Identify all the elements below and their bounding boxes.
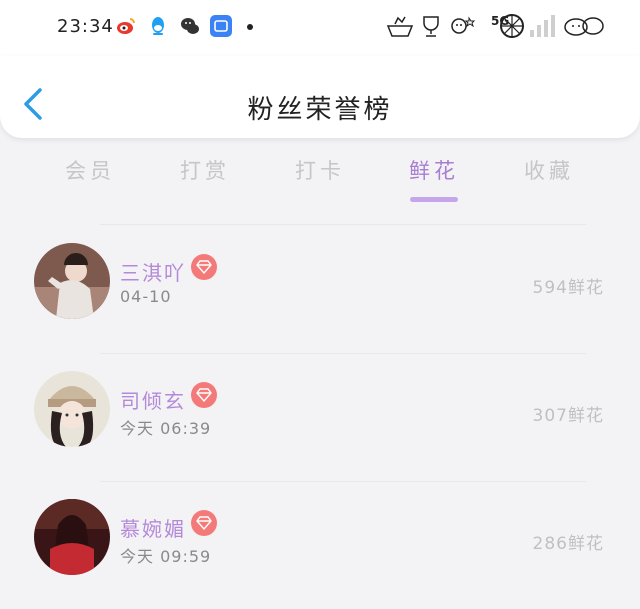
trophy-icon [423,16,439,37]
avatar[interactable] [34,371,110,447]
tab-tips[interactable]: 打赏 [165,155,245,185]
diamond-badge-icon [191,510,217,536]
lemon-icon [500,14,524,38]
list-item[interactable]: 三淇吖 04-10 594鲜花 [0,225,640,353]
flower-count: 307鲜花 [532,406,604,426]
decor-icon [451,16,476,34]
diamond-badge-icon [191,254,217,280]
flower-count: 286鲜花 [532,534,604,554]
weibo-icon [115,15,137,37]
list-item[interactable]: 慕婉媚 今天 09:59 286鲜花 [0,481,640,609]
fan-date: 今天 09:59 [120,547,212,566]
flower-count: 594鲜花 [532,278,604,298]
tab-checkin[interactable]: 打卡 [280,155,360,185]
wechat-icon [179,15,201,37]
tab-membership[interactable]: 会员 [50,155,130,185]
tab-favorites[interactable]: 收藏 [509,155,589,185]
fan-date: 04-10 [120,287,172,306]
status-bar: 23:34 5G [0,0,640,56]
list-item[interactable]: 司倾玄 今天 06:39 307鲜花 [0,353,640,481]
decor-icon [386,16,414,37]
fan-name[interactable]: 慕婉媚 [120,513,186,542]
qq-icon [147,15,169,37]
app-icon [210,15,232,37]
tab-bar: 会员 打赏 打卡 鲜花 收藏 [0,155,640,205]
fan-name[interactable]: 三淇吖 [120,257,186,286]
avatar[interactable] [34,499,110,575]
fan-date: 今天 06:39 [120,419,212,438]
page-title: 粉丝荣誉榜 [247,95,393,125]
signal-icon [530,15,556,37]
status-time: 23:34 [57,16,114,37]
avatar[interactable] [34,243,110,319]
active-tab-indicator [410,197,458,202]
tab-flowers[interactable]: 鲜花 [394,155,474,185]
fan-name[interactable]: 司倾玄 [120,385,186,414]
notification-dot [247,24,253,30]
page-header: 粉丝荣誉榜 [0,56,640,138]
diamond-badge-icon [191,382,217,408]
decor-icon [564,17,604,36]
